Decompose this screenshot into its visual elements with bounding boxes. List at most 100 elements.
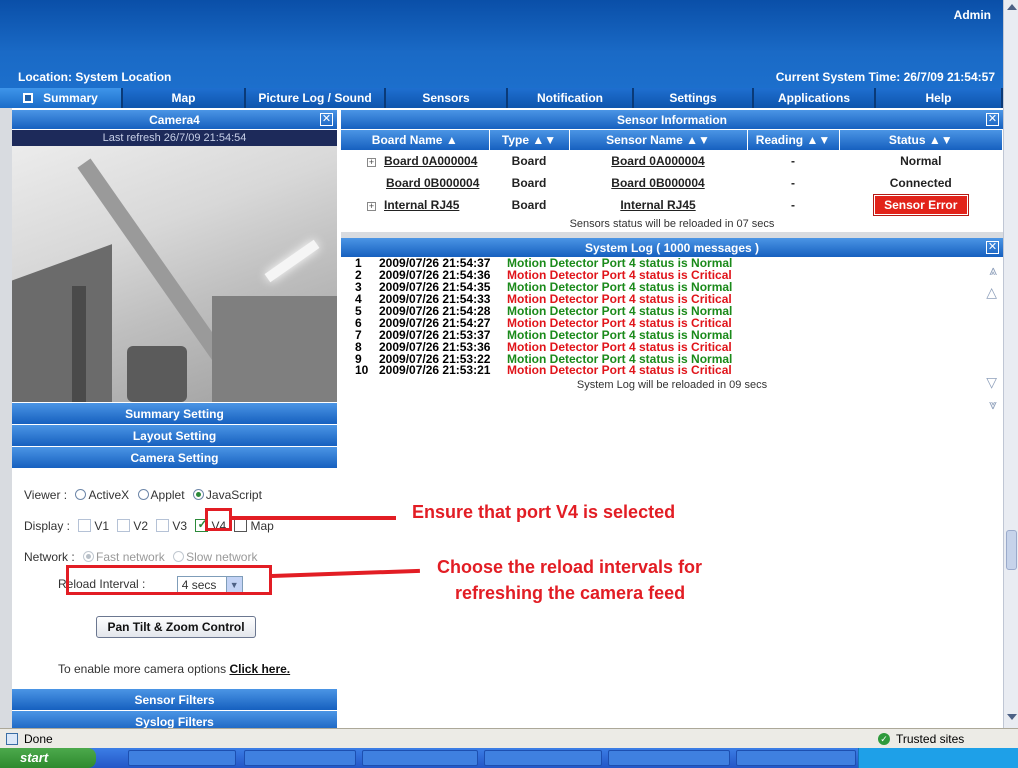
close-icon[interactable]: ✕ <box>986 241 999 254</box>
start-button[interactable]: start <box>0 748 96 768</box>
display-v2-checkbox[interactable] <box>117 519 131 532</box>
plus-icon[interactable]: + <box>367 158 376 167</box>
scroll-up-icon[interactable] <box>1007 4 1017 10</box>
table-row: + Internal RJ45 Board Internal RJ45 - Sen… <box>341 194 1003 216</box>
sensor-error-button[interactable]: Sensor Error <box>872 194 969 216</box>
more-options-row: To enable more camera options Click here… <box>58 662 290 676</box>
camera-scene-desk <box>212 296 337 402</box>
status-badge: Connected <box>889 176 952 190</box>
col-board-name[interactable]: Board Name ▲ <box>341 130 490 150</box>
scroll-thumb[interactable] <box>1006 530 1017 570</box>
reload-highlight-box <box>66 565 272 595</box>
tab-label: Sensors <box>422 91 470 105</box>
annotation-v4: Ensure that port V4 is selected <box>412 502 676 522</box>
sensor-info-title: Sensor Information <box>616 113 727 127</box>
summary-icon <box>23 93 34 103</box>
taskbar-item[interactable] <box>484 750 602 766</box>
table-row: + Board 0A000004 Board Board 0A000004 - N… <box>341 150 1003 172</box>
display-v1-checkbox[interactable] <box>78 519 92 532</box>
double-down-icon[interactable]: ⩔ <box>989 396 997 413</box>
pan-tilt-zoom-button[interactable]: Pan Tilt & Zoom Control <box>96 616 256 638</box>
log-time: 2009/07/26 21:53:21 <box>379 363 491 378</box>
taskbar-item[interactable] <box>362 750 478 766</box>
down-icon[interactable]: ▽ <box>986 374 997 391</box>
viewer-activex-radio[interactable] <box>75 489 87 500</box>
tab-picture-log[interactable]: Picture Log / Sound Log <box>246 88 386 125</box>
location-label: Location: System Location <box>18 70 172 84</box>
tab-notification[interactable]: Notification <box>508 88 634 108</box>
system-time: Current System Time: 26/7/09 21:54:57 <box>775 70 995 84</box>
up-icon[interactable]: △ <box>986 284 997 301</box>
display-option-label: V1 <box>94 519 110 533</box>
display-option-label: Map <box>250 519 274 533</box>
col-reading[interactable]: Reading ▲▼ <box>747 130 840 150</box>
taskbar-item[interactable] <box>244 750 356 766</box>
col-status[interactable]: Status ▲▼ <box>839 130 1003 150</box>
sensor-info-header: Sensor Information ✕ <box>341 110 1003 130</box>
tab-label: Applications <box>777 91 850 105</box>
display-map-checkbox[interactable] <box>234 519 248 532</box>
status-trusted-sites: Trusted sites <box>896 732 965 746</box>
taskbar-item[interactable] <box>128 750 236 766</box>
sensor-link[interactable]: Board 0B000004 <box>611 176 704 190</box>
type-cell: Board <box>511 154 547 168</box>
viewer-row: Viewer : ActiveX Applet JavaScript <box>24 488 262 502</box>
viewer-javascript-radio[interactable] <box>192 489 204 500</box>
display-label: Display : <box>24 519 71 533</box>
display-option-label: V2 <box>133 519 149 533</box>
taskbar-item[interactable] <box>736 750 856 766</box>
slow-network-radio[interactable] <box>173 551 185 562</box>
list-item: 10 2009/07/26 21:53:21 Motion Detector Por… <box>341 365 1003 377</box>
tab-settings[interactable]: Settings <box>634 88 754 108</box>
taskbar: start <box>0 748 1018 768</box>
annotation-reload-1: Choose the reload intervals for <box>437 557 703 577</box>
browser-statusbar: Done ✓ Trusted sites <box>0 728 1018 748</box>
tab-summary[interactable]: Summary <box>0 88 123 108</box>
sensor-link[interactable]: Board 0A000004 <box>611 154 704 168</box>
tab-sensors[interactable]: Sensors <box>386 88 508 108</box>
close-icon[interactable]: ✕ <box>986 113 999 126</box>
layout-setting-header[interactable]: Layout Setting <box>12 424 337 446</box>
log-message: Motion Detector Port 4 status is Critica… <box>507 363 732 378</box>
scroll-down-icon[interactable] <box>1007 714 1017 720</box>
network-row: Network : Fast network Slow network <box>24 550 257 564</box>
display-option-label: V3 <box>172 519 188 533</box>
page-scrollbar[interactable] <box>1003 0 1018 728</box>
annotation-line-1 <box>232 516 396 520</box>
viewer-label: Viewer : <box>24 488 68 502</box>
camera-setting-header[interactable]: Camera Setting <box>12 446 337 468</box>
status-done: Done <box>24 732 53 746</box>
tab-map[interactable]: Map <box>123 88 246 108</box>
camera-scene-pipe <box>72 286 86 402</box>
click-here-link[interactable]: Click here. <box>229 662 290 676</box>
sensor-table: Board Name ▲ Type ▲▼ Sensor Name ▲▼ Read… <box>341 130 1003 216</box>
sensor-filters-header[interactable]: Sensor Filters <box>12 688 337 710</box>
admin-link[interactable]: Admin <box>954 8 991 22</box>
plus-icon[interactable]: + <box>367 202 376 211</box>
col-sensor-name[interactable]: Sensor Name ▲▼ <box>569 130 748 150</box>
system-log-body: 1 2009/07/26 21:54:37 Motion Detector Port… <box>341 257 1003 412</box>
log-reload-note: System Log will be reloaded in 09 secs <box>341 376 1003 393</box>
sensor-reload-note: Sensors status will be reloaded in 07 se… <box>341 216 1003 232</box>
board-link[interactable]: Board 0B000004 <box>386 176 479 190</box>
double-up-icon[interactable]: ⩓ <box>989 262 997 279</box>
v4-highlight-box <box>205 508 232 531</box>
board-link[interactable]: Board 0A000004 <box>384 154 477 168</box>
close-icon[interactable]: ✕ <box>320 113 333 126</box>
taskbar-item[interactable] <box>608 750 730 766</box>
type-cell: Board <box>511 176 547 190</box>
fast-network-radio[interactable] <box>83 551 95 562</box>
tab-label: Map <box>171 91 196 105</box>
viewer-applet-radio[interactable] <box>137 489 149 500</box>
main-tabs: Summary Map Picture Log / Sound Log Sens… <box>0 88 1003 125</box>
col-type[interactable]: Type ▲▼ <box>489 130 570 150</box>
tab-label: Settings <box>669 91 717 105</box>
board-link[interactable]: Internal RJ45 <box>384 198 459 212</box>
sensor-link[interactable]: Internal RJ45 <box>620 198 695 212</box>
tab-help[interactable]: Help <box>876 88 1003 108</box>
summary-setting-header[interactable]: Summary Setting <box>12 402 337 424</box>
camera-refresh-time: Last refresh 26/7/09 21:54:54 <box>12 130 337 146</box>
network-option-label: Fast network <box>96 550 165 564</box>
tab-applications[interactable]: Applications <box>754 88 876 108</box>
display-v3-checkbox[interactable] <box>156 519 170 532</box>
